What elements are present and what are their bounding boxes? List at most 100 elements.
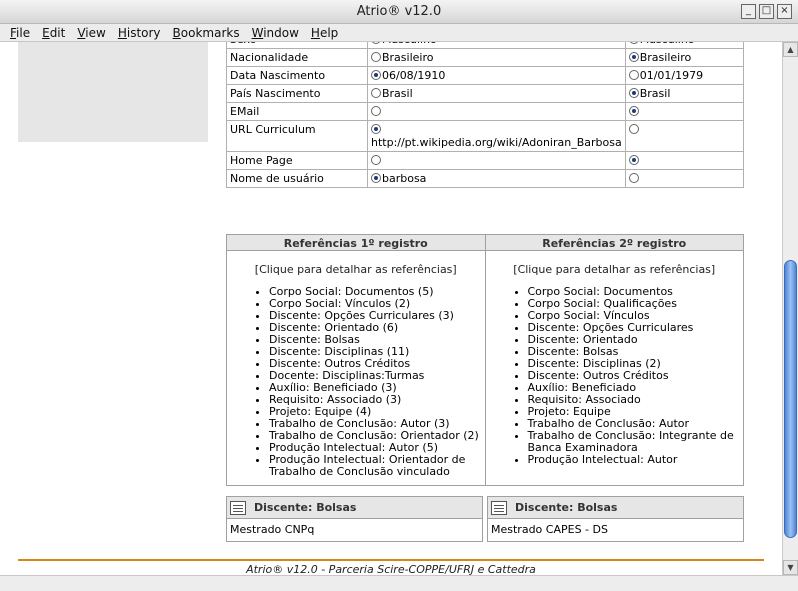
value-text: Brasileiro (639, 51, 692, 64)
field-label: EMail (226, 102, 368, 121)
value-cell-1: Brasileiro (366, 48, 626, 67)
panel-value: Mestrado CAPES - DS (491, 523, 608, 536)
field-label: URL Curriculum (226, 120, 368, 152)
page-viewport: SexoMasculinoMasculinoNacionalidadeBrasi… (0, 42, 782, 575)
menu-help[interactable]: Help (305, 24, 344, 41)
menu-file[interactable]: File (4, 24, 36, 41)
reference-item: Produção Intelectual: Autor (528, 454, 744, 466)
radio-button[interactable] (628, 70, 639, 80)
value-cell-1: 06/08/1910 (366, 66, 626, 85)
radio-button[interactable] (628, 52, 639, 62)
list-icon[interactable] (491, 500, 507, 515)
comparison-row: Nome de usuário barbosa (226, 169, 745, 188)
radio-button[interactable] (628, 155, 639, 165)
radio-button[interactable] (628, 173, 639, 183)
comparison-row: Data Nascimento 06/08/1910 01/01/1979 (226, 66, 745, 85)
radio-button[interactable] (370, 70, 381, 80)
window-title: Atrio® v12.0 (356, 4, 442, 19)
comparison-row: Nacionalidade Brasileiro Brasileiro (226, 48, 745, 67)
menu-bookmarks[interactable]: Bookmarks (167, 24, 246, 41)
value-text: Brasil (381, 87, 413, 100)
radio-button[interactable] (628, 42, 639, 44)
value-cell-1 (366, 102, 626, 121)
horizontal-scrollbar[interactable] (0, 575, 798, 591)
references-second: Referências 2º registro [Clique para det… (484, 235, 744, 485)
bolsas-panel-second: Discente: Bolsas Mestrado CAPES - DS (487, 496, 744, 542)
panel-header: Discente: Bolsas (227, 497, 482, 519)
value-text: barbosa (381, 172, 427, 185)
panel-value: Mestrado CNPq (230, 523, 315, 536)
reference-item: Produção Intelectual: Orientador de Trab… (269, 454, 485, 478)
references-second-title: Referências 2º registro (485, 235, 743, 251)
comparison-table: SexoMasculinoMasculinoNacionalidadeBrasi… (226, 42, 745, 188)
window-titlebar: Atrio® v12.0 _ □ × (0, 0, 798, 24)
panel-title: Discente: Bolsas (515, 501, 618, 514)
bolsas-panel-first: Discente: Bolsas Mestrado CNPq (226, 496, 483, 542)
field-label: País Nascimento (226, 84, 368, 103)
radio-button[interactable] (370, 88, 381, 98)
value-cell-1: barbosa (366, 169, 626, 188)
scroll-down-icon[interactable]: ▼ (783, 560, 798, 575)
value-cell-1: http://pt.wikipedia.org/wiki/Adoniran_Ba… (366, 120, 626, 152)
value-text: Masculino (382, 42, 437, 46)
menu-view[interactable]: View (71, 24, 111, 41)
references-second-detail-link[interactable]: [Clique para detalhar as referências] (486, 263, 744, 276)
value-cell-2 (624, 120, 745, 152)
radio-button[interactable] (628, 106, 639, 116)
value-cell-1 (366, 151, 626, 170)
value-cell-1: Brasil (366, 84, 626, 103)
references-first: Referências 1º registro [Clique para det… (227, 235, 485, 485)
field-label: Nome de usuário (226, 169, 368, 188)
field-label: Data Nascimento (226, 66, 368, 85)
field-label: Home Page (226, 151, 368, 170)
value-text: 01/01/1979 (639, 69, 704, 82)
value-text: http://pt.wikipedia.org/wiki/Adoniran_Ba… (370, 136, 622, 149)
menu-bar: File Edit View History Bookmarks Window … (0, 24, 798, 42)
scrollbar-thumb[interactable] (784, 260, 797, 538)
page-footer: Atrio® v12.0 - Parceria Scire-COPPE/UFRJ… (246, 563, 536, 575)
close-icon[interactable]: × (777, 4, 792, 19)
menu-window[interactable]: Window (246, 24, 305, 41)
panel-header: Discente: Bolsas (488, 497, 743, 519)
bolsas-panels: Discente: Bolsas Mestrado CNPq Discente:… (226, 496, 744, 542)
window-controls: _ □ × (741, 4, 792, 19)
menu-edit[interactable]: Edit (36, 24, 71, 41)
menu-history[interactable]: History (112, 24, 167, 41)
comparison-row: URL Curriculum http://pt.wikipedia.org/wi… (226, 120, 745, 152)
radio-button[interactable] (370, 52, 381, 62)
radio-button[interactable] (370, 106, 381, 116)
value-text: Brasileiro (381, 51, 434, 64)
footer-divider (18, 559, 764, 561)
radio-button[interactable] (370, 124, 381, 134)
value-text: Brasil (639, 87, 671, 100)
scroll-up-icon[interactable]: ▲ (783, 42, 798, 57)
minimize-icon[interactable]: _ (741, 4, 756, 19)
references-second-list: Corpo Social: DocumentosCorpo Social: Qu… (486, 286, 744, 466)
radio-button[interactable] (628, 88, 639, 98)
value-cell-2 (624, 151, 745, 170)
value-cell-2 (624, 102, 745, 121)
references-box: Referências 1º registro [Clique para det… (226, 234, 744, 486)
maximize-icon[interactable]: □ (759, 4, 774, 19)
value-cell-2 (624, 169, 745, 188)
sidebar-panel (18, 42, 208, 142)
reference-item: Trabalho de Conclusão: Integrante de Ban… (528, 430, 744, 454)
radio-button[interactable] (628, 124, 639, 134)
value-text: 06/08/1910 (381, 69, 446, 82)
radio-button[interactable] (370, 42, 381, 44)
radio-button[interactable] (370, 173, 381, 183)
references-first-detail-link[interactable]: [Clique para detalhar as referências] (227, 263, 485, 276)
value-text: Masculino (640, 42, 695, 46)
references-first-list: Corpo Social: Documentos (5)Corpo Social… (227, 286, 485, 478)
value-cell-2: Brasileiro (624, 48, 745, 67)
field-label: Nacionalidade (226, 48, 368, 67)
radio-button[interactable] (370, 155, 381, 165)
list-icon[interactable] (230, 500, 246, 515)
comparison-row: País Nascimento Brasil Brasil (226, 84, 745, 103)
panel-title: Discente: Bolsas (254, 501, 357, 514)
value-cell-2: Brasil (624, 84, 745, 103)
comparison-row: EMail (226, 102, 745, 121)
references-first-title: Referências 1º registro (227, 235, 485, 251)
vertical-scrollbar[interactable]: ▲ ▼ (782, 42, 798, 575)
comparison-row: Home Page (226, 151, 745, 170)
